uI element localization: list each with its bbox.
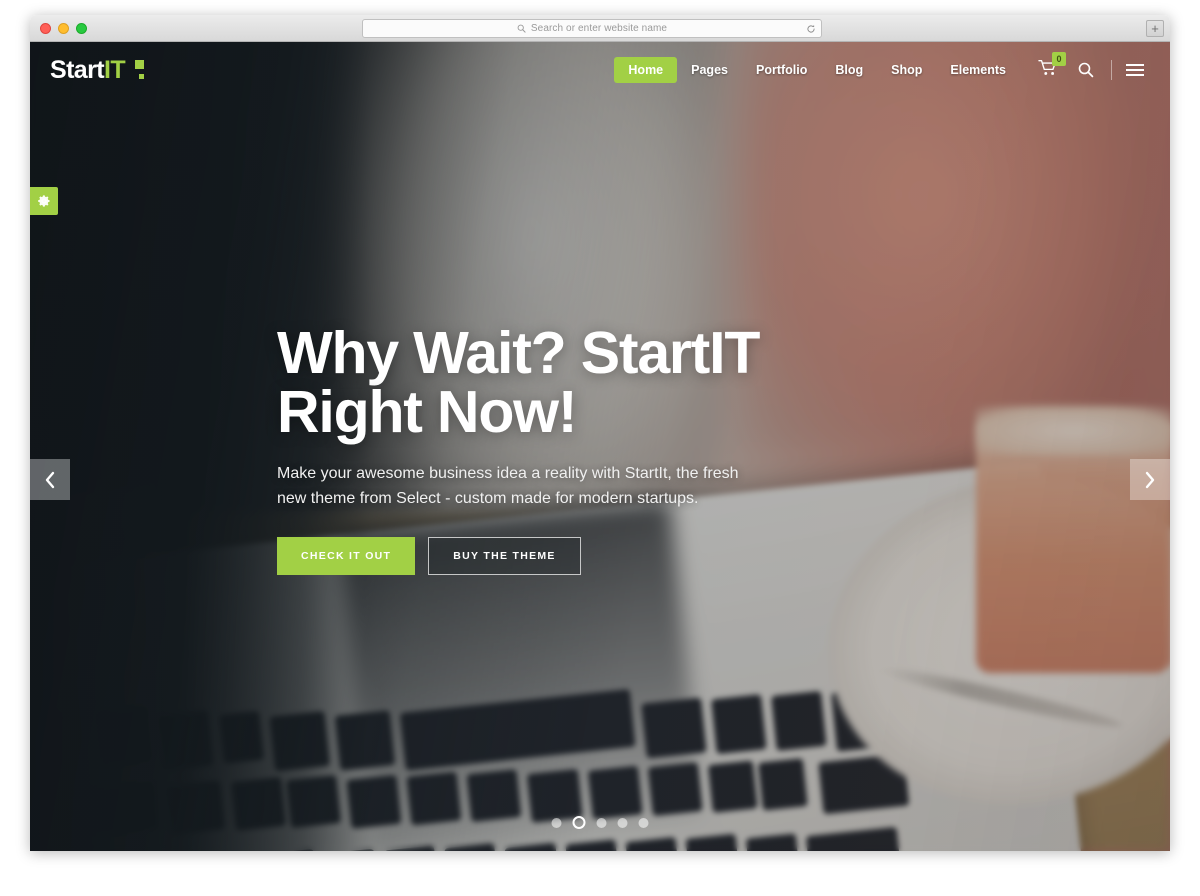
nav-item-home[interactable]: Home: [614, 57, 678, 83]
site-logo[interactable]: Start IT: [50, 56, 144, 85]
slider-dot-3[interactable]: [596, 817, 607, 828]
hero-subtitle: Make your awesome business idea a realit…: [277, 465, 739, 507]
new-tab-button[interactable]: +: [1146, 20, 1164, 37]
hamburger-menu-button[interactable]: [1118, 58, 1152, 82]
slider-dot-5[interactable]: [638, 817, 649, 828]
slider-dot-4[interactable]: [617, 817, 628, 828]
nav-item-shop[interactable]: Shop: [877, 57, 936, 83]
chevron-right-icon: [1145, 471, 1155, 488]
minimize-window-button[interactable]: [58, 23, 69, 34]
browser-toolbar: Search or enter website name +: [30, 15, 1170, 42]
hero-button-group: CHECK IT OUT BUY THE THEME: [277, 536, 897, 575]
nav-item-elements[interactable]: Elements: [936, 57, 1020, 83]
search-button[interactable]: [1067, 56, 1105, 84]
logo-squares-icon: [129, 60, 144, 80]
new-tab-label: +: [1151, 21, 1159, 36]
check-it-out-button[interactable]: CHECK IT OUT: [277, 536, 416, 575]
address-bar-placeholder: Search or enter website name: [530, 23, 668, 34]
header-icon-group: 0: [1028, 52, 1152, 87]
hamburger-menu-icon: [1126, 64, 1144, 66]
slider-next-button[interactable]: [1130, 459, 1170, 500]
header-divider: [1111, 60, 1112, 80]
hero-title-line-1: Why Wait? StartIT: [277, 320, 760, 386]
slider-dot-1[interactable]: [551, 817, 562, 828]
slider-dot-2[interactable]: [572, 816, 586, 829]
nav-item-portfolio[interactable]: Portfolio: [742, 57, 821, 83]
hero-content: Why Wait? StartIT Right Now! Make your a…: [277, 324, 897, 575]
close-window-button[interactable]: [40, 23, 51, 34]
nav-item-pages[interactable]: Pages: [677, 57, 742, 83]
browser-window: Search or enter website name + Start IT …: [30, 15, 1170, 851]
logo-text-accent: IT: [103, 55, 126, 84]
chevron-left-icon: [45, 471, 55, 488]
slider-prev-button[interactable]: [30, 459, 70, 500]
main-navigation: Home Pages Portfolio Blog Shop Elements …: [614, 52, 1152, 87]
logo-text-primary: Start: [50, 55, 105, 84]
nav-item-blog[interactable]: Blog: [821, 57, 877, 83]
search-icon: [1078, 62, 1094, 78]
buy-the-theme-button[interactable]: BUY THE THEME: [428, 536, 581, 575]
site-header: Start IT Home Pages Portfolio Blog Shop E…: [30, 42, 1170, 98]
address-bar[interactable]: Search or enter website name: [362, 19, 822, 38]
gear-icon: [38, 195, 50, 207]
hero-title-line-2: Right Now!: [277, 379, 578, 445]
maximize-window-button[interactable]: [76, 23, 87, 34]
slider-pagination: [551, 816, 649, 829]
window-controls: [40, 23, 87, 34]
theme-options-button[interactable]: [30, 187, 58, 215]
search-icon: [517, 24, 526, 33]
reload-icon[interactable]: [806, 24, 816, 34]
page-viewport: Start IT Home Pages Portfolio Blog Shop E…: [30, 42, 1170, 851]
cart-button[interactable]: 0: [1028, 52, 1067, 87]
hero-title: Why Wait? StartIT Right Now!: [277, 324, 897, 442]
cart-count-badge: 0: [1052, 52, 1066, 66]
